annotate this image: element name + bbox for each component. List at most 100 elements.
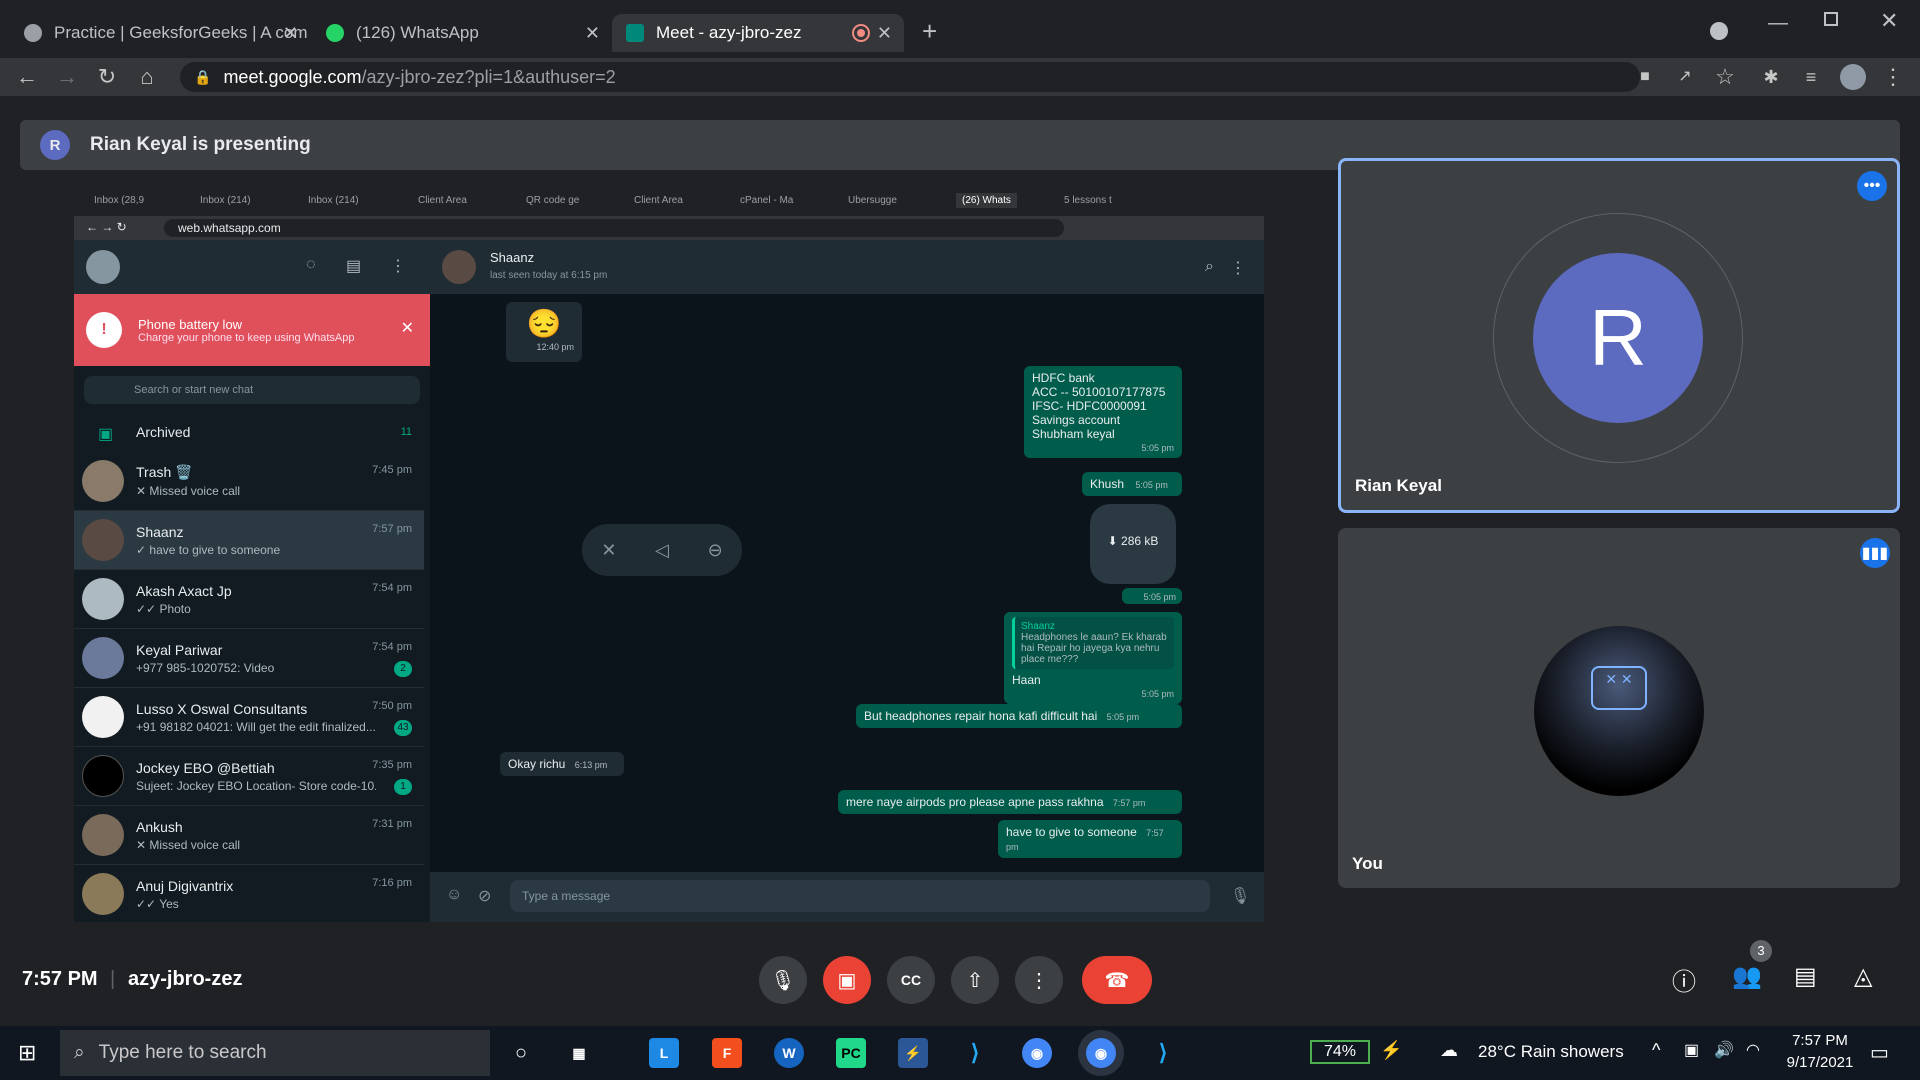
chat-item: Jockey EBO @Bettiah Sujeet: Jockey EBO Lo… [74, 747, 424, 806]
back-icon[interactable]: ← [14, 66, 40, 88]
shared-tab: QR code ge [526, 195, 580, 206]
message-time: 5:05 pm [1143, 592, 1176, 602]
wa-search-input: Search or start new chat [84, 376, 420, 404]
chat-item: Keyal Pariwar +977 985-1020752: Video 7:5… [74, 629, 424, 688]
task-view-icon[interactable]: ▦ [564, 1038, 594, 1068]
tab-geeksforgeeks[interactable]: Practice | GeeksforGeeks | A com ✕ [10, 14, 310, 52]
message-line: ACC -- 50100107177875 [1032, 385, 1166, 399]
my-avatar [86, 250, 120, 284]
open-external-icon[interactable]: ↗ [1672, 66, 1698, 88]
vscode-app-icon[interactable]: ⟩ [960, 1038, 990, 1068]
shared-url: web.whatsapp.com [164, 219, 1064, 237]
message-time: 5:05 pm [1141, 689, 1174, 699]
lightshot-app-icon[interactable]: L [649, 1038, 679, 1068]
participant-tile-rian[interactable]: R Rian Keyal ••• [1338, 158, 1900, 513]
close-tab-icon[interactable]: ✕ [585, 23, 600, 44]
message-time: 12:40 pm [536, 342, 574, 352]
leave-call-button[interactable]: ☎ [1082, 956, 1152, 1004]
chat-time: 7:54 pm [372, 641, 412, 653]
clock-time[interactable]: 7:57 PM [1780, 1032, 1860, 1049]
battery-indicator[interactable]: 74% [1310, 1040, 1370, 1064]
search-placeholder: Type here to search [98, 1042, 267, 1063]
message-line: Savings account [1032, 413, 1121, 427]
new-tab-button[interactable]: + [922, 16, 937, 47]
whatsapp-header: ◌ ▤ ⋮ [74, 240, 430, 294]
app-icon[interactable]: W [774, 1038, 804, 1068]
reload-icon[interactable]: ↻ [94, 66, 120, 88]
home-icon[interactable]: ⌂ [134, 66, 160, 88]
windows-taskbar: ⊞ ⌕ Type here to search ○ ▦ L F W PC ⚡ ⟩… [0, 1026, 1920, 1080]
figma-app-icon[interactable]: F [712, 1038, 742, 1068]
shared-tab: Inbox (214) [200, 195, 251, 206]
star-icon[interactable]: ☆ [1712, 66, 1738, 88]
chat-name: Shaanz [136, 523, 184, 540]
menu-icon[interactable]: ⋮ [1880, 66, 1906, 88]
taskbar-search-input[interactable]: ⌕ Type here to search [60, 1030, 490, 1076]
activities-icon[interactable]: ◬ [1854, 962, 1872, 991]
url-host: meet.google.com [223, 66, 362, 87]
chat-preview: +977 985-1020752: Video [136, 660, 275, 675]
chat-preview: ✓ have to give to someone [136, 542, 281, 557]
airpods-message: mere naye airpods pro please apne pass r… [838, 790, 1182, 814]
media-icon[interactable]: ≡ [1798, 66, 1824, 88]
extensions-icon[interactable]: ✱ [1758, 66, 1784, 88]
chat-item: Akash Axact Jp ✓✓ Photo 7:54 pm [74, 570, 424, 629]
more-options-button[interactable]: ⋮ [1015, 956, 1063, 1004]
participant-name: You [1352, 854, 1383, 873]
message-time: 7:57 pm [1112, 798, 1146, 808]
present-button[interactable]: ⇧ [951, 956, 999, 1004]
people-icon[interactable]: 👥 [1732, 962, 1762, 991]
device-icon[interactable]: ▣ [1684, 1040, 1699, 1060]
contact-name: Shaanz [490, 250, 535, 265]
info-icon[interactable]: ⓘ [1672, 962, 1696, 997]
notifications-icon[interactable]: ▭ [1870, 1040, 1889, 1065]
app-icon[interactable]: ⚡ [898, 1038, 928, 1068]
camera-off-button[interactable]: ▣ [823, 956, 871, 1004]
close-tab-icon[interactable]: ✕ [877, 23, 892, 44]
close-icon: ✕ [400, 320, 414, 337]
archived-count: 11 [400, 426, 412, 438]
windows-start-icon[interactable]: ⊞ [18, 1040, 36, 1066]
chat-avatar [82, 578, 124, 620]
vscode-app-icon[interactable]: ⟩ [1148, 1038, 1178, 1068]
shared-tab-active: (26) Whats [956, 193, 1017, 208]
clock-date[interactable]: 9/17/2021 [1772, 1054, 1868, 1071]
close-tab-icon[interactable]: ✕ [283, 23, 298, 44]
captions-button[interactable]: CC [887, 956, 935, 1004]
forward-icon[interactable]: → [54, 66, 80, 88]
close-window-icon[interactable]: ✕ [1880, 8, 1898, 34]
message-text: Khush [1090, 477, 1125, 491]
sad-emoji-icon: 😔 [526, 308, 562, 339]
battery-subtitle: Charge your phone to keep using WhatsApp [138, 331, 355, 344]
wifi-icon[interactable]: ◠ [1746, 1040, 1760, 1060]
chat-icon[interactable]: ▤ [1794, 962, 1817, 991]
microphone-button[interactable]: 🎙 [759, 956, 807, 1004]
tab-search-icon[interactable] [1710, 22, 1728, 40]
cortana-icon[interactable]: ○ [506, 1038, 536, 1068]
tab-meet[interactable]: Meet - azy-jbro-zez ✕ [612, 14, 904, 52]
meeting-controls: 7:57 PM | azy-jbro-zez 🎙 ▣ CC ⇧ ⋮ ☎ ⓘ 👥 … [0, 926, 1920, 1026]
profile-avatar[interactable] [1840, 64, 1866, 90]
maximize-icon[interactable] [1824, 12, 1838, 26]
volume-icon[interactable]: 🔊 [1714, 1040, 1734, 1060]
shared-tab: Ubersugge [848, 195, 897, 206]
chat-time: 7:35 pm [372, 759, 412, 771]
tab-whatsapp[interactable]: (126) WhatsApp ✕ [312, 14, 612, 52]
camera-icon[interactable]: ■ [1632, 66, 1658, 88]
more-options-icon[interactable]: ••• [1857, 171, 1887, 201]
pycharm-app-icon[interactable]: PC [836, 1038, 866, 1068]
chevron-up-icon[interactable]: ^ [1652, 1040, 1660, 1061]
chat-preview: ✓✓ Yes [136, 896, 179, 911]
minimize-icon[interactable]: — [1768, 12, 1788, 35]
shared-tab: Inbox (28,9 [94, 195, 145, 206]
participant-tile-you[interactable]: ✕ ✕ You ▮▮▮ [1338, 528, 1900, 888]
meeting-time: 7:57 PM [22, 968, 98, 990]
weather-text[interactable]: 28°C Rain showers [1478, 1042, 1624, 1062]
address-bar[interactable]: 🔒 meet.google.com/azy-jbro-zez?pli=1&aut… [180, 62, 1640, 92]
message-text: Okay richu [508, 757, 566, 771]
chrome-active-app-icon[interactable]: ◉ [1086, 1038, 1116, 1068]
message-input: Type a message [510, 880, 1210, 912]
chrome-app-icon[interactable]: ◉ [1022, 1038, 1052, 1068]
chat-avatar [82, 755, 124, 797]
chat-item: Shaanz ✓ have to give to someone 7:57 pm [74, 511, 424, 570]
